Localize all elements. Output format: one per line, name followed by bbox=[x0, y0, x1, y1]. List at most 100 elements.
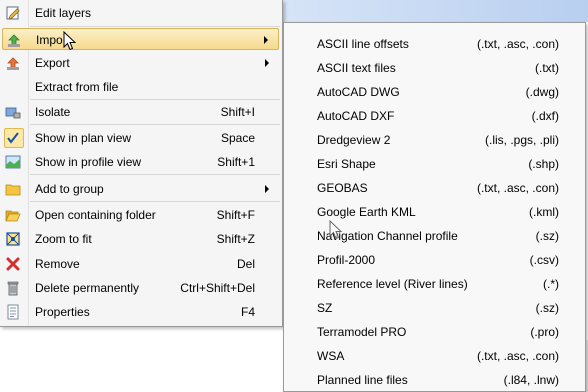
menu-item-remove[interactable]: Remove Del bbox=[2, 253, 279, 275]
submenu-item-label: GEOBAS bbox=[317, 181, 368, 195]
submenu-item-extension: (.txt) bbox=[535, 61, 559, 75]
menu-item-show-in-plan-view[interactable]: Show in plan view Space bbox=[2, 127, 279, 149]
submenu-item-label: Dredgeview 2 bbox=[317, 133, 391, 147]
submenu-item-extension: (.csv) bbox=[529, 253, 559, 267]
submenu-item-label: AutoCAD DXF bbox=[317, 109, 395, 123]
menu-item-zoom-to-fit[interactable]: Zoom to fit Shift+Z bbox=[2, 228, 279, 250]
edit-layers-icon bbox=[5, 5, 21, 21]
menu-item-label: Show in plan view bbox=[35, 131, 132, 145]
menu-item-shortcut: Ctrl+Shift+Del bbox=[180, 281, 255, 295]
submenu-item-extension: (.shp) bbox=[528, 157, 559, 171]
menu-separator bbox=[30, 99, 280, 100]
folder-icon bbox=[5, 181, 21, 197]
menu-item-label: Edit layers bbox=[35, 6, 92, 20]
trash-icon bbox=[5, 280, 21, 296]
menu-item-label: Remove bbox=[35, 257, 80, 271]
submenu-item-extension: (.txt, .asc, .con) bbox=[476, 37, 559, 51]
submenu-item-dredgeview-2[interactable]: Dredgeview 2 (.lis, .pgs, .pli) bbox=[284, 127, 585, 151]
menu-item-shortcut: Del bbox=[236, 257, 255, 271]
isolate-icon bbox=[5, 104, 21, 120]
menu-item-extract-from-file[interactable]: Extract from file bbox=[2, 76, 279, 98]
submenu-item-label: ASCII text files bbox=[317, 61, 396, 75]
menu-item-label: Isolate bbox=[35, 105, 71, 119]
open-folder-icon bbox=[5, 207, 21, 223]
menu-item-shortcut: Shift+I bbox=[220, 105, 255, 119]
menu-item-edit-layers[interactable]: Edit layers bbox=[2, 2, 279, 24]
menu-separator bbox=[30, 124, 280, 125]
submenu-item-profil-2000[interactable]: Profil-2000 (.csv) bbox=[284, 247, 585, 271]
profile-view-icon bbox=[5, 154, 21, 170]
menu-item-label: Open containing folder bbox=[35, 208, 156, 222]
submenu-arrow-icon bbox=[264, 36, 268, 44]
menu-item-label: Properties bbox=[35, 305, 90, 319]
submenu-item-label: AutoCAD DWG bbox=[317, 85, 400, 99]
mouse-cursor-icon bbox=[63, 31, 77, 51]
submenu-item-ascii-text-files[interactable]: ASCII text files (.txt) bbox=[284, 55, 585, 79]
submenu-item-label: Terramodel PRO bbox=[317, 325, 407, 339]
submenu-item-extension: (.*) bbox=[543, 277, 559, 291]
submenu-item-label: Profil-2000 bbox=[317, 253, 376, 267]
menu-item-shortcut: F4 bbox=[240, 305, 255, 319]
properties-icon bbox=[5, 304, 21, 320]
import-icon bbox=[6, 32, 22, 48]
submenu-item-label: Planned line files bbox=[317, 373, 408, 387]
submenu-item-label: Google Earth KML bbox=[317, 205, 416, 219]
menu-item-label: Add to group bbox=[35, 182, 104, 196]
menu-item-label: Export bbox=[35, 56, 70, 70]
submenu-item-extension: (.lis, .pgs, .pli) bbox=[484, 133, 559, 147]
menu-item-delete-permanently[interactable]: Delete permanently Ctrl+Shift+Del bbox=[2, 277, 279, 299]
submenu-item-label: Esri Shape bbox=[317, 157, 376, 171]
menu-item-label: Delete permanently bbox=[35, 281, 140, 295]
zoom-to-fit-icon bbox=[5, 231, 21, 247]
submenu-item-autocad-dwg[interactable]: AutoCAD DWG (.dwg) bbox=[284, 79, 585, 103]
submenu-item-geobas[interactable]: GEOBAS (.txt, .asc, .con) bbox=[284, 175, 585, 199]
submenu-item-extension: (.txt, .asc, .con) bbox=[476, 349, 559, 363]
menu-item-shortcut: Shift+Z bbox=[216, 232, 255, 246]
menu-item-label: Show in profile view bbox=[35, 155, 142, 169]
menu-separator bbox=[30, 201, 280, 202]
submenu-item-label: ASCII line offsets bbox=[317, 37, 409, 51]
import-submenu: ASCII line offsets (.txt, .asc, .con) AS… bbox=[283, 22, 586, 392]
remove-x-icon bbox=[5, 256, 21, 272]
menu-item-show-in-profile-view[interactable]: Show in profile view Shift+1 bbox=[2, 151, 279, 173]
submenu-item-esri-shape[interactable]: Esri Shape (.shp) bbox=[284, 151, 585, 175]
submenu-item-ascii-line-offsets[interactable]: ASCII line offsets (.txt, .asc, .con) bbox=[284, 31, 585, 55]
submenu-item-extension: (.dwg) bbox=[525, 85, 559, 99]
submenu-item-extension: (.sz) bbox=[535, 301, 559, 315]
menu-item-import[interactable]: Impo bbox=[2, 28, 279, 50]
submenu-item-extension: (.l84, .lnw) bbox=[503, 373, 559, 387]
submenu-item-label: SZ bbox=[317, 301, 333, 315]
menu-item-export[interactable]: Export bbox=[2, 52, 279, 74]
menu-item-label: Zoom to fit bbox=[35, 232, 92, 246]
menu-item-shortcut: Space bbox=[220, 131, 255, 145]
menu-item-properties[interactable]: Properties F4 bbox=[2, 301, 279, 323]
menu-item-isolate[interactable]: Isolate Shift+I bbox=[2, 101, 279, 123]
checkmark-icon bbox=[5, 130, 21, 146]
menu-item-shortcut: Shift+F bbox=[216, 208, 255, 222]
ghost-cursor-icon bbox=[329, 220, 343, 240]
menu-separator bbox=[30, 174, 280, 175]
menu-item-add-to-group[interactable]: Add to group bbox=[2, 178, 279, 200]
submenu-item-wsa[interactable]: WSA (.txt, .asc, .con) bbox=[284, 343, 585, 367]
submenu-item-terramodel-pro[interactable]: Terramodel PRO (.pro) bbox=[284, 319, 585, 343]
background-window-strip bbox=[283, 0, 588, 22]
submenu-arrow-icon bbox=[265, 185, 269, 193]
submenu-item-reference-level[interactable]: Reference level (River lines) (.*) bbox=[284, 271, 585, 295]
menu-separator bbox=[30, 26, 280, 27]
menu-item-shortcut: Shift+1 bbox=[217, 155, 255, 169]
context-menu: Edit layers Impo Export Extract from fil… bbox=[0, 0, 283, 327]
submenu-item-extension: (.txt, .asc, .con) bbox=[476, 181, 559, 195]
menu-item-open-containing-folder[interactable]: Open containing folder Shift+F bbox=[2, 204, 279, 226]
submenu-item-extension: (.sz) bbox=[535, 229, 559, 243]
export-icon bbox=[5, 55, 21, 71]
submenu-item-label: WSA bbox=[317, 349, 345, 363]
submenu-item-label: Reference level (River lines) bbox=[317, 277, 468, 291]
submenu-item-extension: (.dxf) bbox=[531, 109, 559, 123]
menu-item-label: Impo bbox=[36, 33, 63, 47]
submenu-item-planned-line-files[interactable]: Planned line files (.l84, .lnw) bbox=[284, 367, 585, 391]
submenu-item-autocad-dxf[interactable]: AutoCAD DXF (.dxf) bbox=[284, 103, 585, 127]
menu-item-label: Extract from file bbox=[35, 80, 119, 94]
submenu-item-extension: (.kml) bbox=[529, 205, 559, 219]
submenu-item-sz[interactable]: SZ (.sz) bbox=[284, 295, 585, 319]
submenu-item-extension: (.pro) bbox=[530, 325, 559, 339]
